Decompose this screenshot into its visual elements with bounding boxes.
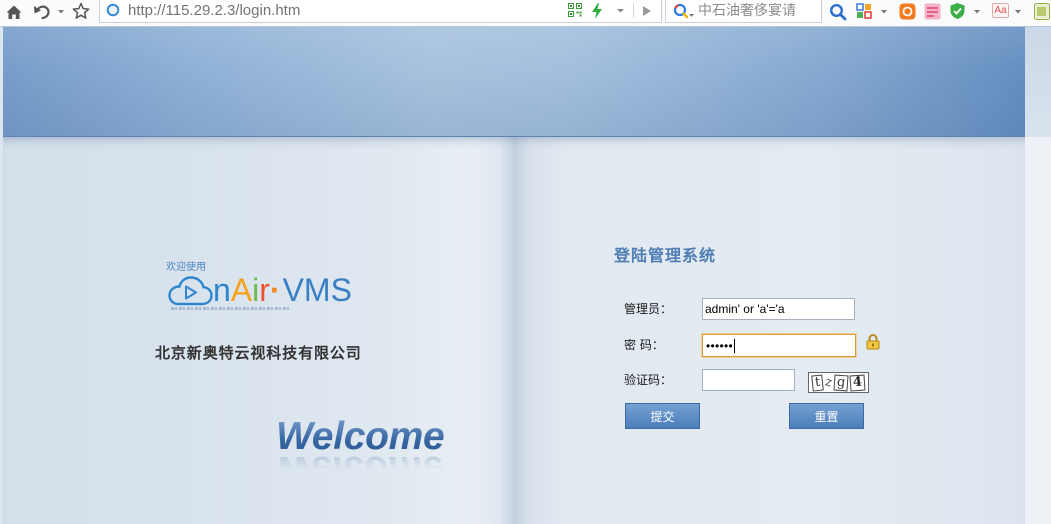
brand-letter: A (230, 272, 253, 308)
left-panel (3, 137, 515, 524)
lock-icon (865, 333, 881, 350)
undo-icon[interactable] (33, 3, 51, 20)
divider (633, 3, 634, 18)
chevron-down-icon[interactable] (58, 10, 64, 14)
captcha-field[interactable] (702, 369, 795, 391)
text-caret (734, 338, 736, 353)
captcha-image[interactable]: t z g 4 (808, 372, 869, 393)
submit-button[interactable]: 提交 (625, 403, 700, 429)
search-icon[interactable] (829, 3, 847, 21)
chevron-down-icon[interactable] (881, 10, 887, 14)
password-mask: •••••• (706, 338, 734, 353)
font-aa-icon[interactable]: Aa (992, 3, 1009, 18)
orange-extension-icon[interactable] (899, 3, 916, 20)
username-field[interactable] (702, 298, 855, 320)
captcha-label: 验证码： (624, 373, 673, 387)
logo-tagline (171, 307, 289, 310)
chevron-down-icon[interactable] (974, 10, 980, 14)
brand-logo: n A i r · VMS (213, 273, 352, 307)
reset-button[interactable]: 重置 (789, 403, 864, 429)
header-shine (3, 27, 1025, 136)
play-icon[interactable] (643, 6, 651, 16)
logo-welcome-text: 欢迎使用 (166, 262, 206, 273)
search-input[interactable] (698, 1, 818, 21)
brand-letter: n (213, 272, 231, 308)
cloud-play-icon (167, 275, 214, 307)
search-box[interactable] (665, 0, 822, 23)
chevron-down-icon[interactable] (1015, 10, 1021, 14)
password-field[interactable]: •••••• (702, 334, 856, 357)
security-shield-icon[interactable] (949, 2, 966, 20)
company-name: 北京新奥特云视科技有限公司 (155, 344, 362, 362)
home-icon[interactable] (6, 4, 22, 20)
brand-letter: i (252, 272, 260, 308)
url-text[interactable]: http://115.29.2.3/login.htm (128, 1, 300, 21)
browser-window: http://115.29.2.3/login.htm 中石油奢侈宴请 Aa 欢… (0, 0, 1051, 524)
right-panel (515, 137, 1025, 524)
extension-icon[interactable] (1034, 3, 1050, 20)
brand-letter: r (259, 272, 270, 308)
header-banner (3, 27, 1025, 137)
star-icon[interactable] (72, 2, 90, 20)
qr-code-icon[interactable] (568, 3, 582, 17)
form-title: 登陆管理系统 (614, 246, 717, 265)
password-label: 密 码： (624, 338, 664, 352)
site-icon (106, 3, 120, 17)
browser-toolbar: http://115.29.2.3/login.htm 中石油奢侈宴请 Aa (0, 0, 1051, 27)
brand-product: VMS (282, 272, 352, 308)
page-edge-right (1025, 27, 1051, 137)
captcha-char: g (833, 374, 849, 391)
captcha-char: z (824, 374, 833, 390)
brand-dot: · (269, 272, 281, 308)
login-page: 欢迎使用 n A i r · VMS 北京新奥特云视科技有限公司 Welcome… (0, 27, 1051, 524)
apps-icon[interactable] (856, 3, 872, 19)
search-engine-icon[interactable] (673, 3, 689, 19)
pink-extension-icon[interactable] (924, 3, 941, 20)
address-bar[interactable]: http://115.29.2.3/login.htm (99, 0, 662, 23)
captcha-char: 4 (849, 373, 866, 392)
lightning-icon[interactable] (592, 3, 602, 19)
chevron-down-icon[interactable] (617, 9, 624, 13)
username-label: 管理员： (624, 302, 673, 316)
welcome-heading: Welcome (276, 415, 445, 458)
chevron-down-icon[interactable] (689, 14, 694, 17)
page-edge-right (1025, 137, 1051, 524)
captcha-char: t (811, 373, 824, 392)
